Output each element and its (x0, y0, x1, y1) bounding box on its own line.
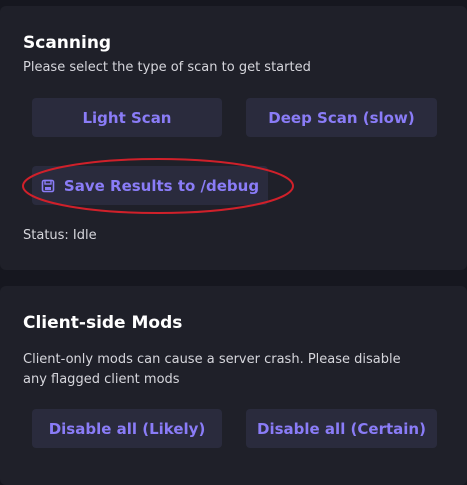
disable-certain-label: Disable all (Certain) (257, 419, 426, 438)
client-mods-description-line1: Client-only mods can cause a server cras… (23, 352, 401, 367)
disable-likely-button[interactable]: Disable all (Likely) (32, 409, 222, 448)
client-mods-panel: Client-side Mods Client-only mods can ca… (0, 286, 467, 485)
disable-certain-button[interactable]: Disable all (Certain) (246, 409, 437, 448)
disable-likely-label: Disable all (Likely) (48, 419, 206, 438)
client-mods-description-line2: any flagged client mods (23, 372, 180, 387)
client-mods-title: Client-side Mods (23, 313, 183, 333)
